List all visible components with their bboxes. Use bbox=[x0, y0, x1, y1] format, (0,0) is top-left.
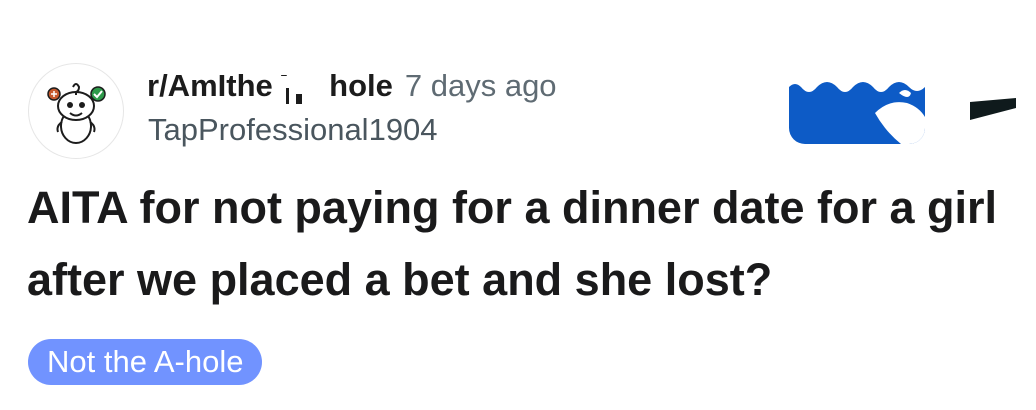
author-avatar[interactable] bbox=[28, 63, 124, 159]
post-flair[interactable]: Not the A-hole bbox=[28, 339, 263, 385]
join-button-icon bbox=[789, 73, 925, 144]
author-username[interactable]: TapProfessional1904 bbox=[148, 112, 438, 148]
post-title[interactable]: AITA for not paying for a dinner date fo… bbox=[27, 172, 1017, 316]
join-button[interactable] bbox=[789, 73, 925, 144]
render-glitch bbox=[272, 76, 308, 106]
more-options-button[interactable] bbox=[970, 98, 1016, 120]
snoo-avatar-icon bbox=[47, 83, 106, 144]
subreddit-name-tail: hole bbox=[329, 68, 393, 103]
post-meta: r/AmItheA hole 7 days ago bbox=[147, 68, 557, 108]
more-options-icon bbox=[970, 98, 1016, 120]
subreddit-link[interactable]: r/AmItheA hole bbox=[147, 68, 393, 106]
post-timestamp: 7 days ago bbox=[404, 68, 557, 103]
